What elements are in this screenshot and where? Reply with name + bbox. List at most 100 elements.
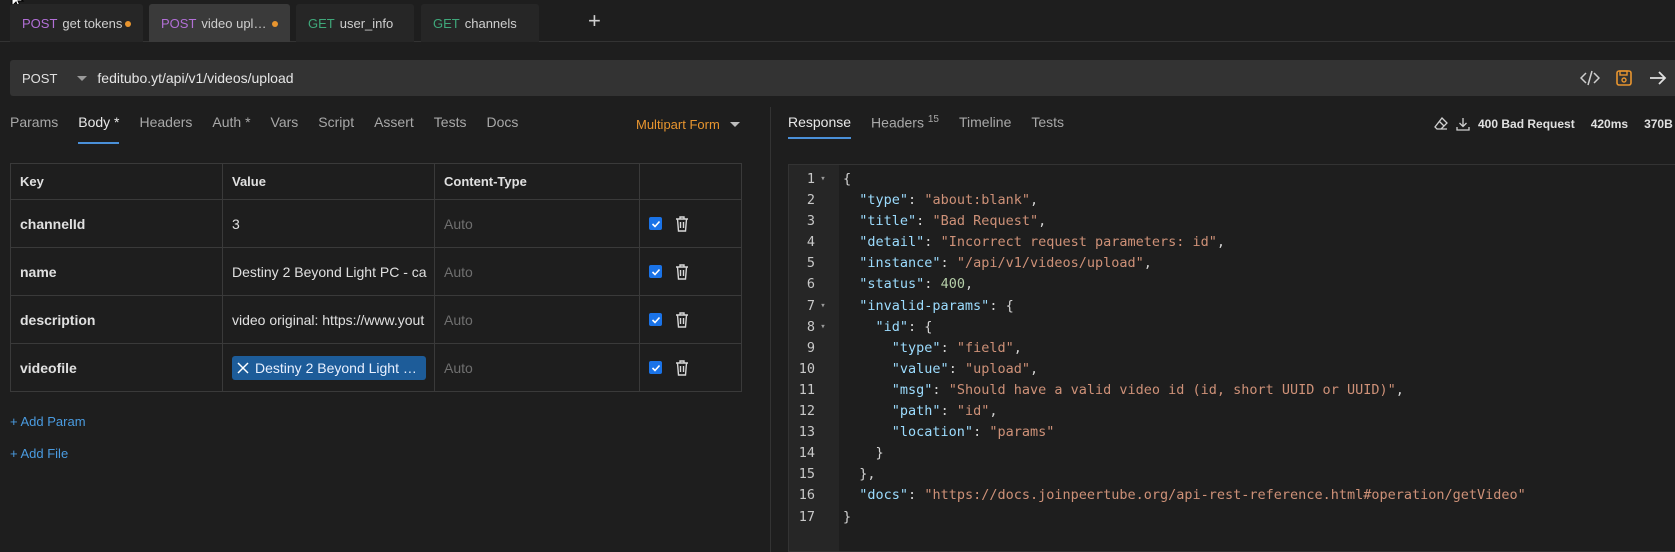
- param-content-type-cell[interactable]: Auto: [434, 199, 640, 248]
- chevron-down-icon[interactable]: [77, 75, 88, 81]
- tab-script[interactable]: Script: [318, 114, 354, 144]
- param-value-cell[interactable]: Destiny 2 Beyond Light PC - ca: [222, 247, 435, 296]
- add-file-link[interactable]: + Add File: [10, 446, 68, 461]
- tab-label: get tokens: [62, 15, 123, 31]
- fold-toggle-icon[interactable]: ▾: [815, 317, 831, 338]
- code-icon[interactable]: [1573, 70, 1607, 86]
- tab-label: user_info: [339, 15, 394, 31]
- code-lines: 1 ▾{2 "type": "about:blank", 3 "title": "B…: [789, 169, 1526, 528]
- download-icon[interactable]: [1456, 117, 1470, 131]
- code-text: "detail": "Incorrect request parameters:…: [859, 234, 1226, 251]
- row-actions: [639, 343, 742, 392]
- request-pane-tabs: Params Body * Headers Auth * Vars Script…: [10, 114, 538, 144]
- param-content-type-cell[interactable]: Auto: [434, 247, 640, 296]
- code-line: 8 ▾ "id": {: [789, 317, 1526, 338]
- new-tab-button[interactable]: +: [588, 10, 601, 32]
- param-key-cell[interactable]: name: [10, 247, 223, 296]
- fold-toggle-icon[interactable]: ▾: [815, 296, 831, 317]
- code-line: 14 }: [789, 443, 1526, 464]
- code-text: "invalid-params": {: [859, 297, 1014, 314]
- save-icon[interactable]: [1607, 69, 1641, 87]
- table-row: videofile Destiny 2 Beyond Light … Auto: [10, 343, 742, 392]
- code-line: 17}: [789, 507, 1526, 528]
- response-body-viewer[interactable]: 1 ▾{2 "type": "about:blank", 3 "title": "B…: [788, 164, 1675, 552]
- send-arrow-icon[interactable]: [1641, 70, 1675, 86]
- tab-video-upload[interactable]: POST video upl…: [149, 4, 290, 42]
- code-line: 4 "detail": "Incorrect request parameter…: [789, 232, 1526, 253]
- enable-checkbox[interactable]: [649, 361, 662, 374]
- code-line: 11 "msg": "Should have a valid video id …: [789, 380, 1526, 401]
- tab-channels[interactable]: GET channels: [421, 4, 539, 42]
- response-pane-tabs: Response Headers 15 Timeline Tests: [788, 114, 1084, 139]
- tab-headers[interactable]: Headers: [139, 114, 192, 144]
- code-line: 10 "value": "upload",: [789, 359, 1526, 380]
- fold-toggle-icon[interactable]: ▾: [815, 169, 831, 190]
- fold-toggle-icon: [815, 443, 831, 464]
- param-key-cell[interactable]: description: [10, 295, 223, 344]
- param-key-cell[interactable]: videofile: [10, 343, 223, 392]
- tab-params[interactable]: Params: [10, 114, 58, 144]
- trash-icon[interactable]: [674, 359, 690, 377]
- tab-tests[interactable]: Tests: [434, 114, 467, 144]
- code-line: 13 "location": "params": [789, 422, 1526, 443]
- close-icon[interactable]: [237, 361, 249, 374]
- code-text: "location": "params": [891, 424, 1055, 441]
- code-line: 7 ▾ "invalid-params": {: [789, 296, 1526, 317]
- tab-auth[interactable]: Auth *: [212, 114, 250, 144]
- table-row: channelId 3 Auto: [10, 199, 742, 248]
- code-line: 5 "instance": "/api/v1/videos/upload",: [789, 253, 1526, 274]
- code-line: 12 "path": "id",: [789, 401, 1526, 422]
- tab-response-tests[interactable]: Tests: [1031, 114, 1064, 139]
- url-input[interactable]: feditubo.yt/api/v1/videos/upload: [97, 70, 293, 86]
- param-value-cell[interactable]: video original: https://www.yout: [222, 295, 435, 344]
- tab-vars[interactable]: Vars: [271, 114, 299, 144]
- line-number: 10: [798, 360, 815, 377]
- tab-response-headers[interactable]: Headers 15: [871, 114, 939, 139]
- line-number: 8: [806, 318, 815, 335]
- fold-toggle-icon: [815, 422, 831, 443]
- code-text: }: [843, 508, 852, 525]
- fold-toggle-icon: [815, 338, 831, 359]
- code-text: "title": "Bad Request",: [859, 213, 1047, 230]
- code-text: "status": 400,: [859, 276, 974, 293]
- eraser-icon[interactable]: [1434, 117, 1448, 131]
- method-select[interactable]: POST: [22, 71, 57, 86]
- trash-icon[interactable]: [674, 215, 690, 233]
- param-key-cell[interactable]: channelId: [10, 199, 223, 248]
- tab-get-tokens[interactable]: POST get tokens: [10, 4, 143, 42]
- line-number: 4: [806, 234, 815, 251]
- body-mode-label: Multipart Form: [636, 117, 720, 132]
- body-mode-select[interactable]: Multipart Form: [636, 117, 740, 132]
- tab-user-info[interactable]: GET user_info: [296, 4, 414, 42]
- file-chip[interactable]: Destiny 2 Beyond Light …: [232, 355, 426, 380]
- line-number: 6: [806, 276, 815, 293]
- add-param-link[interactable]: + Add Param: [10, 414, 86, 429]
- enable-checkbox[interactable]: [649, 217, 662, 230]
- tab-assert[interactable]: Assert: [374, 114, 414, 144]
- enable-checkbox[interactable]: [649, 313, 662, 326]
- line-number: 12: [798, 403, 815, 420]
- tab-response[interactable]: Response: [788, 114, 852, 139]
- trash-icon[interactable]: [674, 311, 690, 329]
- trash-icon[interactable]: [674, 263, 690, 281]
- param-value-cell: Destiny 2 Beyond Light …: [222, 343, 435, 392]
- column-header-actions: [639, 163, 742, 200]
- fold-toggle-icon: [815, 190, 831, 211]
- param-content-type-cell[interactable]: Auto: [434, 295, 640, 344]
- tab-timeline[interactable]: Timeline: [959, 114, 1011, 139]
- line-number: 1: [806, 171, 815, 187]
- fold-toggle-icon: [815, 485, 831, 506]
- tab-docs[interactable]: Docs: [486, 114, 518, 144]
- code-text: "docs": "https://docs.joinpeertube.org/a…: [859, 487, 1526, 504]
- param-content-type-cell[interactable]: Auto: [434, 343, 640, 392]
- row-actions: [639, 199, 742, 248]
- enable-checkbox[interactable]: [649, 265, 662, 278]
- code-text: "msg": "Should have a valid video id (id…: [891, 381, 1404, 398]
- fold-toggle-icon: [815, 253, 831, 274]
- pane-divider[interactable]: [770, 107, 771, 552]
- tab-body[interactable]: Body *: [78, 114, 120, 144]
- param-value-cell[interactable]: 3: [222, 199, 435, 248]
- code-text: "id": {: [875, 318, 933, 335]
- fold-toggle-icon: [815, 401, 831, 422]
- fold-toggle-icon: [815, 274, 831, 295]
